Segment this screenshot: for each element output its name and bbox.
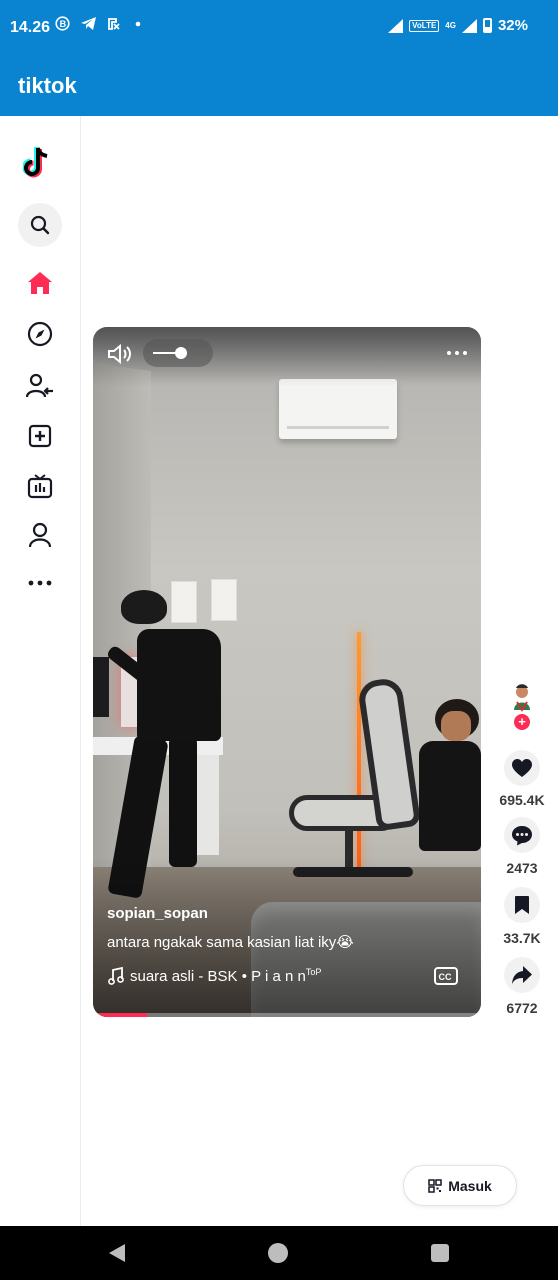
app-title: tiktok [18, 73, 77, 98]
light-bar-image [357, 632, 361, 882]
signal-icon-2 [461, 18, 477, 33]
notification-icons: B [55, 16, 145, 31]
login-label: Masuk [448, 1177, 492, 1194]
following-icon [26, 373, 53, 398]
person-image [121, 590, 167, 624]
captions-icon[interactable]: CC [434, 967, 458, 985]
video-more-icon[interactable] [445, 345, 469, 361]
dot-icon [135, 21, 141, 26]
battery-icon [482, 18, 492, 33]
live-tv-icon [27, 474, 53, 499]
app-bar: tiktok [0, 54, 558, 116]
app-notification-icon [108, 17, 120, 30]
share-arrow-icon [512, 966, 532, 984]
comment-button[interactable] [504, 817, 540, 853]
signal-icon [388, 18, 404, 33]
music-note-icon [108, 967, 124, 985]
sidebar-item-upload[interactable] [18, 414, 62, 458]
compass-icon [27, 321, 53, 347]
air-conditioner-image [279, 379, 397, 439]
profile-icon [28, 522, 52, 548]
poster-image [171, 581, 197, 623]
search-icon [30, 215, 50, 235]
status-time: 14.26 [10, 19, 51, 36]
login-button[interactable]: Masuk [403, 1165, 517, 1206]
video-author[interactable]: sopian_sopan [107, 905, 208, 922]
battery-percent: 32% [497, 17, 528, 34]
like-button[interactable] [504, 750, 540, 786]
share-button[interactable] [504, 957, 540, 993]
system-nav-bar [0, 1226, 558, 1280]
share-count: 6772 [506, 1000, 538, 1016]
network-type: 4G [445, 21, 456, 30]
svg-text:CC: CC [439, 972, 452, 982]
sidebar-item-home[interactable] [18, 261, 62, 305]
comment-count: 2473 [506, 860, 538, 876]
status-bar: 14.26 B VoLTE 4G 32% [0, 0, 558, 54]
person-image [441, 711, 471, 741]
more-icon [28, 580, 52, 586]
volume-icon[interactable] [107, 343, 135, 365]
telegram-icon [81, 17, 96, 30]
back-icon[interactable] [108, 1243, 126, 1263]
volte-badge: VoLTE [409, 19, 440, 32]
like-count: 695.4K [499, 792, 545, 808]
sidebar-item-live[interactable] [18, 464, 62, 508]
video-caption: antara ngakak sama kasian liat iky😭 [107, 934, 354, 951]
home-nav-icon[interactable] [268, 1243, 288, 1263]
comment-icon [512, 825, 532, 845]
recent-apps-icon[interactable] [431, 1244, 449, 1262]
upload-icon [28, 424, 52, 448]
volume-knob[interactable] [174, 347, 187, 359]
tiktok-logo-icon[interactable] [18, 140, 62, 184]
sidebar-search-button[interactable] [18, 203, 62, 247]
video-player[interactable]: sopian_sopan antara ngakak sama kasian l… [93, 327, 481, 1017]
sidebar-item-more[interactable] [18, 561, 62, 605]
home-icon [28, 272, 52, 294]
poster-image [211, 579, 237, 621]
qr-code-icon [428, 1178, 442, 1193]
music-title[interactable]: suara asli - BSK • P i a n nToP [130, 967, 321, 985]
follow-button[interactable]: + [514, 714, 530, 730]
bookmark-icon [515, 896, 529, 914]
volume-slider[interactable] [143, 339, 213, 367]
save-button[interactable] [504, 887, 540, 923]
save-count: 33.7K [503, 930, 541, 946]
heart-icon [512, 759, 532, 777]
sidebar-item-following[interactable] [18, 364, 62, 408]
sidebar-item-explore[interactable] [18, 312, 62, 356]
sidebar-item-profile[interactable] [18, 513, 62, 557]
sidebar [0, 116, 81, 1226]
system-status-icons: VoLTE 4G 32% [388, 17, 528, 34]
svg-text:B: B [60, 19, 67, 29]
b-icon: B [55, 16, 70, 31]
video-progress-bar[interactable] [93, 1013, 481, 1017]
